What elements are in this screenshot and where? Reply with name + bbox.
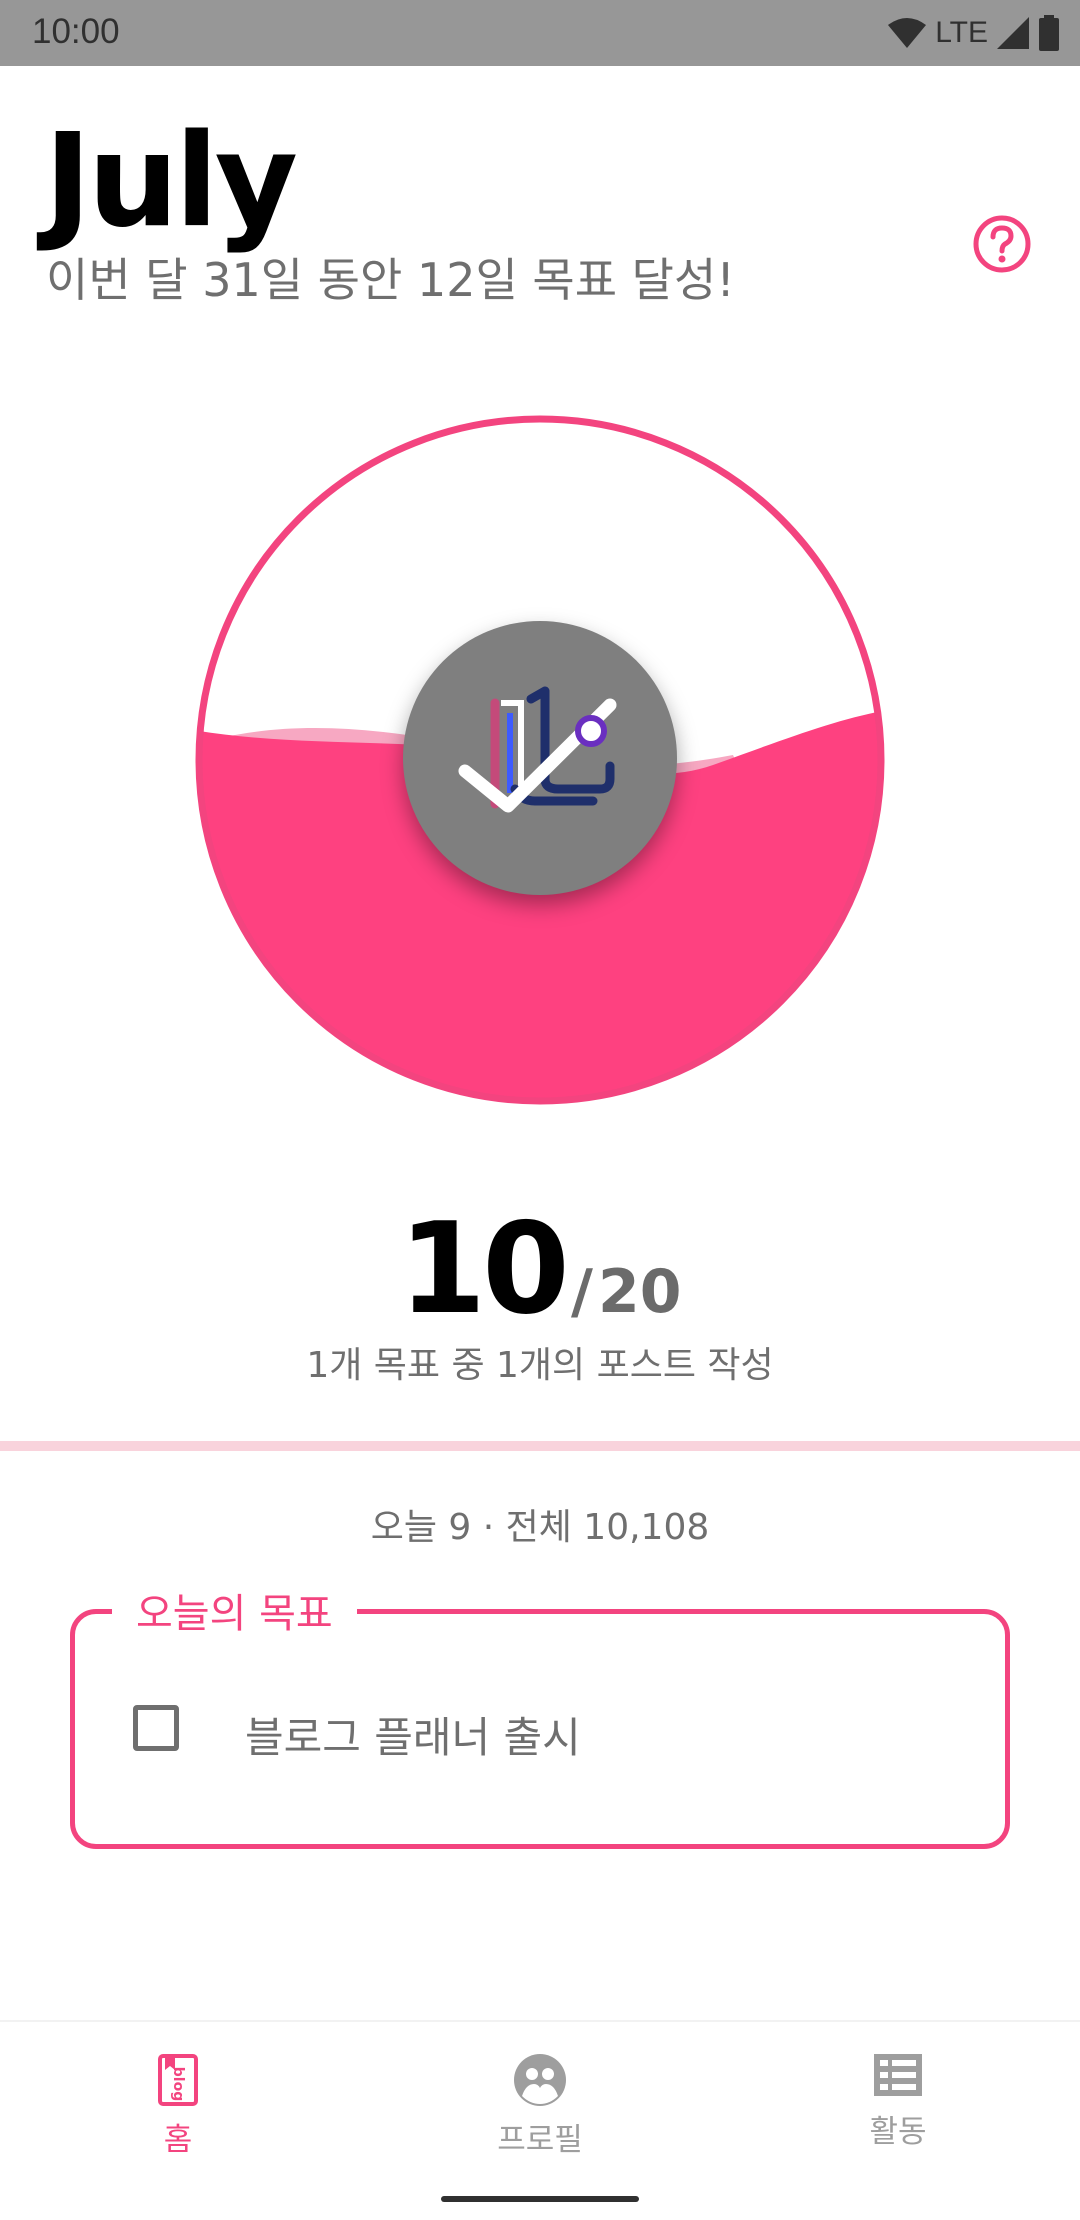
nav-label-home: 홈 xyxy=(163,2122,193,2158)
nav-item-activity[interactable]: 활동 xyxy=(798,2052,998,2172)
nav-item-profile[interactable]: 프로필 xyxy=(440,2052,640,2172)
goal-label: 블로그 플래너 출시 xyxy=(245,1713,581,1762)
progress-count: 10 / 20 xyxy=(0,1195,1080,1342)
nav-label-profile: 프로필 xyxy=(497,2122,583,2158)
wifi-icon xyxy=(888,18,927,48)
visitor-stats: 오늘 9 · 전체 10,108 xyxy=(370,1507,710,1548)
progress-current: 10 xyxy=(398,1195,570,1342)
nav-item-home[interactable]: blog 홈 xyxy=(78,2052,278,2172)
progress-separator: / xyxy=(570,1257,593,1327)
list-icon xyxy=(874,2054,922,2096)
status-bar: 10:00 LTE xyxy=(0,0,1080,66)
section-divider xyxy=(0,1441,1080,1451)
blog-planner-logo-icon xyxy=(458,686,617,813)
status-icons: LTE xyxy=(887,14,1060,52)
goal-checkbox[interactable] xyxy=(133,1705,179,1751)
question-circle-icon xyxy=(973,215,1031,273)
blog-icon: blog xyxy=(158,2054,198,2106)
goal-item[interactable]: 블로그 플래너 출시 xyxy=(130,1700,950,1762)
month-achievement-summary: 이번 달 31일 동안 12일 목표 달성! xyxy=(46,253,735,307)
month-title: July xyxy=(44,107,298,256)
signal-icon xyxy=(997,17,1029,49)
battery-icon xyxy=(1039,15,1059,51)
progress-caption: 1개 목표 중 1개의 포스트 작성 xyxy=(306,1345,774,1386)
nav-label-activity: 활동 xyxy=(869,2114,927,2150)
todays-goals-title: 오늘의 목표 xyxy=(112,1590,357,1638)
system-home-indicator[interactable] xyxy=(441,2196,639,2202)
svg-text:blog: blog xyxy=(170,2067,186,2101)
progress-target: 20 xyxy=(597,1257,682,1327)
app-logo-badge xyxy=(403,621,677,895)
bottom-navigation: blog 홈 프로필 활동 xyxy=(0,2020,1080,2220)
help-button[interactable] xyxy=(970,212,1034,276)
network-type-label: LTE xyxy=(935,16,988,49)
status-time: 10:00 xyxy=(32,12,120,51)
profile-icon xyxy=(514,2054,566,2106)
